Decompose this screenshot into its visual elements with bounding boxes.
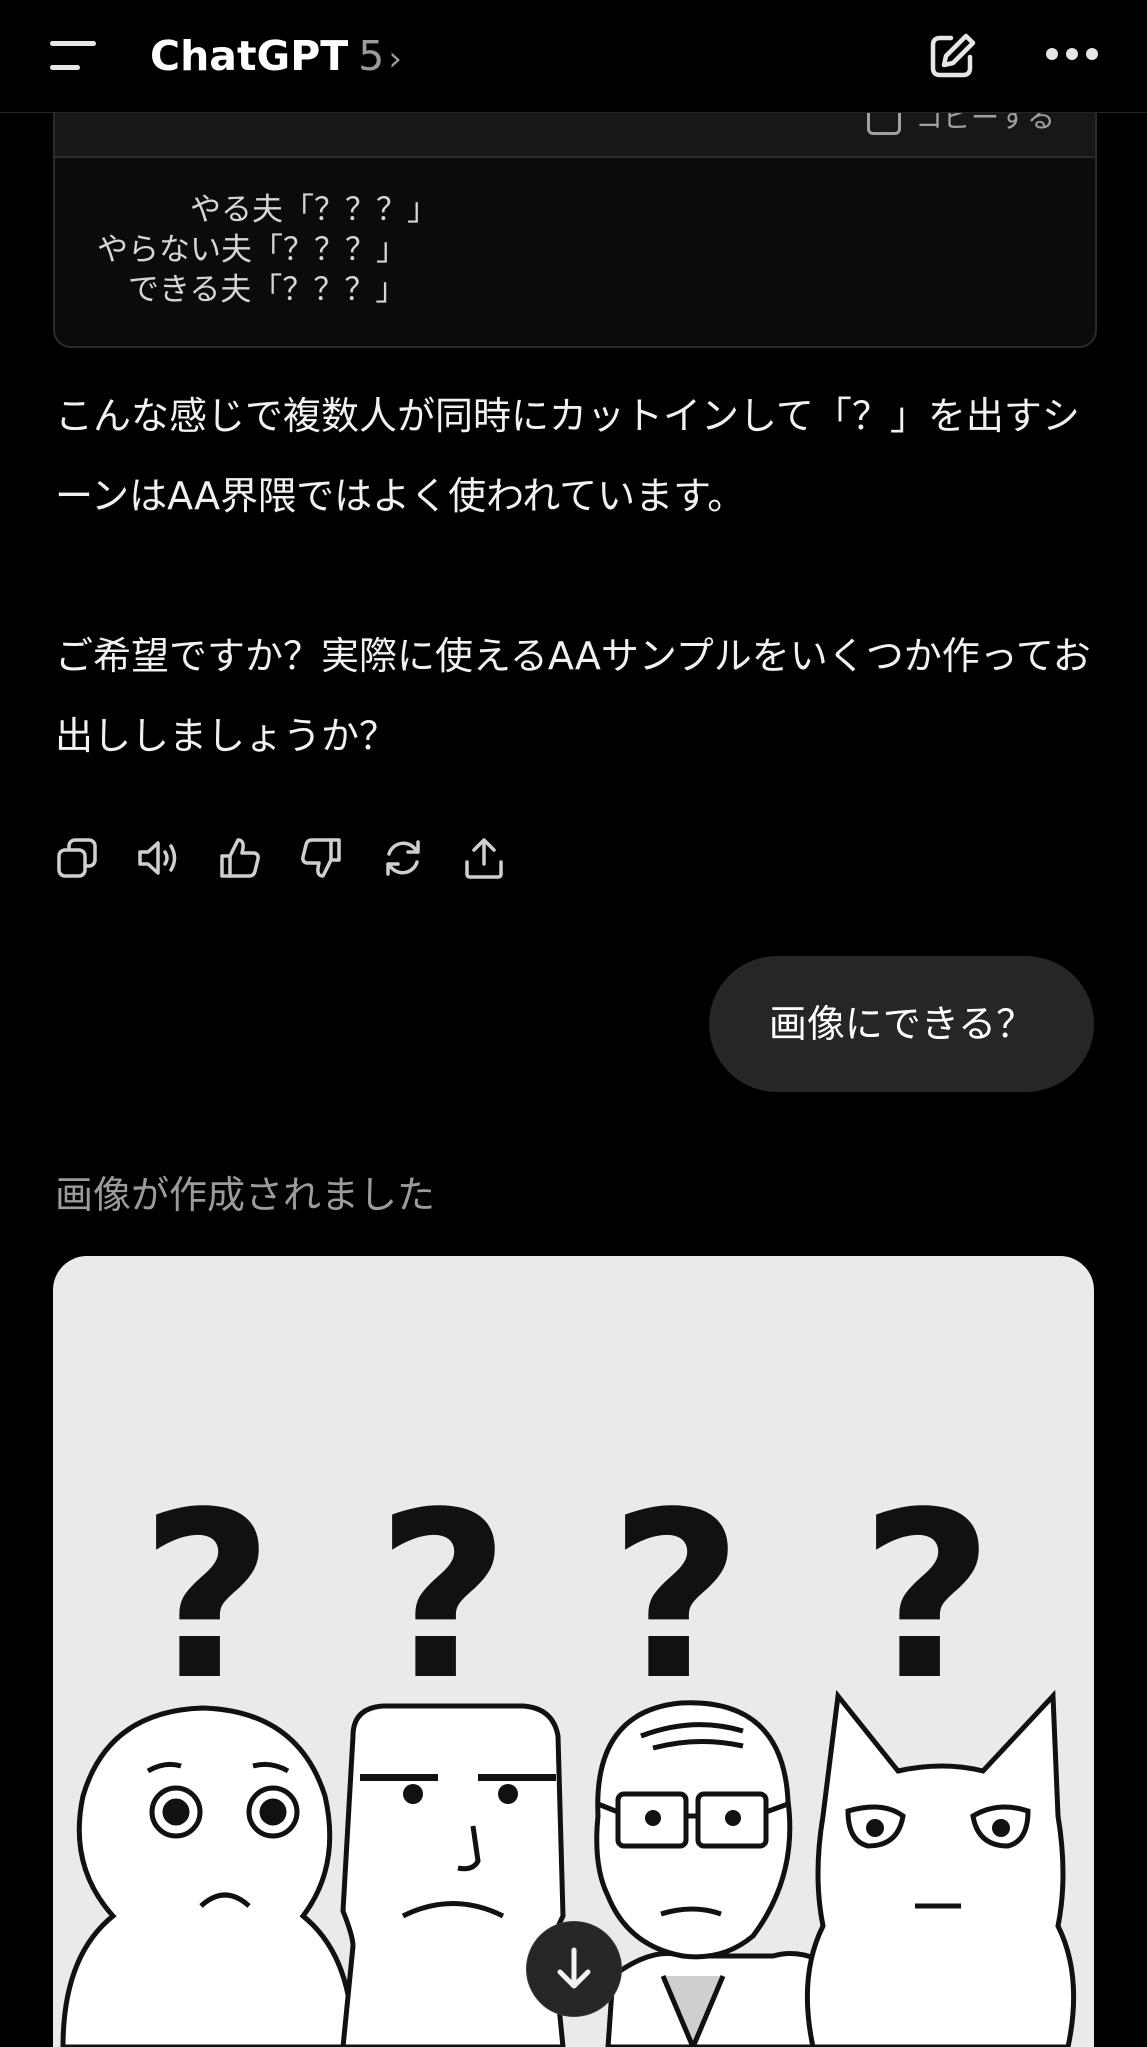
character-cat <box>804 1689 1077 2047</box>
user-message-bubble: 画像にできる？ <box>709 956 1094 1092</box>
share-icon[interactable] <box>462 836 506 880</box>
model-selector[interactable]: ChatGPT 5 › <box>150 30 402 85</box>
assistant-paragraph: こんな感じで複数人が同時にカットインして「？」を出すシーンはAA界隈ではよく使わ… <box>55 394 1080 518</box>
question-mark: ? <box>609 1464 742 1731</box>
copy-icon[interactable] <box>55 836 99 880</box>
thumbs-up-icon[interactable] <box>218 836 262 880</box>
code-line: やらない夫「？？？」 <box>97 232 407 268</box>
code-block: コピーする やる夫「？？？」 やらない夫「？？？」 できる夫「？？？」 <box>53 80 1097 348</box>
chevron-right-icon: › <box>388 39 402 79</box>
more-icon[interactable] <box>1046 48 1098 62</box>
scroll-to-bottom-button[interactable] <box>526 1921 622 2017</box>
character-round-face <box>60 1705 356 2047</box>
image-status: 画像が作成されました <box>55 1173 436 1217</box>
regenerate-icon[interactable] <box>381 836 425 880</box>
read-aloud-icon[interactable] <box>136 836 180 880</box>
app-name: ChatGPT <box>150 32 349 80</box>
code-line: できる夫「？？？」 <box>97 272 407 308</box>
model-version: 5 <box>358 32 385 80</box>
edit-icon[interactable] <box>926 30 978 82</box>
top-bar: ChatGPT 5 › <box>0 0 1147 113</box>
arrow-down-icon <box>557 1947 591 1989</box>
user-message-text: 画像にできる？ <box>768 1002 1035 1046</box>
question-mark: ? <box>376 1464 509 1731</box>
assistant-paragraph: ご希望ですか？実際に使えるAAサンプルをいくつか作ってお出ししましょうか？ <box>55 634 1091 758</box>
code-line: やる夫「？？？」 <box>97 192 438 228</box>
question-mark: ? <box>140 1464 273 1731</box>
thumbs-down-icon[interactable] <box>299 836 343 880</box>
question-mark: ? <box>860 1464 993 1731</box>
menu-icon[interactable] <box>46 38 102 74</box>
